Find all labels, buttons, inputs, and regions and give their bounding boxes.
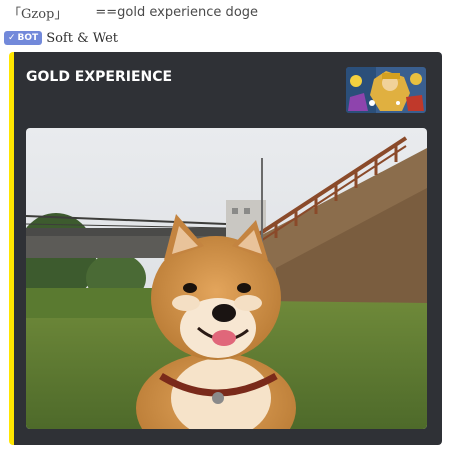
embed-thumbnail[interactable] <box>346 67 426 113</box>
bot-tag-label: BOT <box>17 33 39 43</box>
embed-title: GOLD EXPERIENCE <box>26 69 173 85</box>
bot-username[interactable]: Soft & Wet <box>46 31 118 46</box>
bot-tag: ✓ BOT <box>4 31 43 45</box>
message-author-row: ✓ BOT Soft & Wet <box>4 29 118 47</box>
embed-image[interactable] <box>26 128 427 429</box>
rich-embed: GOLD EXPERIENCE <box>9 52 442 445</box>
command-message: 「Gzop」 ==gold experience doge <box>8 3 259 22</box>
command-quote: 「Gzop」 <box>8 6 68 22</box>
command-text: ==gold experience doge <box>95 4 259 20</box>
checkmark-icon: ✓ <box>8 33 16 43</box>
